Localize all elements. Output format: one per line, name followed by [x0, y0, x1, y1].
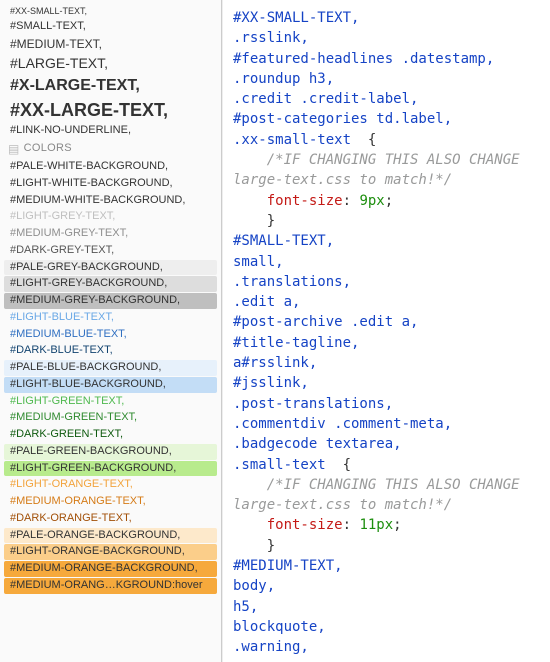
css-selector: #post-categories td.label,: [233, 111, 452, 127]
css-selector: .commentdiv .comment-meta,: [233, 416, 452, 432]
style-nav-item[interactable]: #DARK-GREEN-TEXT,: [4, 427, 217, 443]
style-nav-item[interactable]: #X-LARGE-TEXT,: [4, 75, 217, 97]
css-selector: .small-text: [233, 457, 326, 473]
css-property: font-size: [267, 193, 343, 209]
css-property: font-size: [267, 517, 343, 533]
style-nav-item[interactable]: #LINK-NO-UNDERLINE,: [4, 123, 217, 139]
style-nav-item[interactable]: #MEDIUM-GREY-BACKGROUND,: [4, 293, 217, 309]
close-brace: }: [267, 213, 275, 229]
style-nav-item[interactable]: #LIGHT-GREEN-TEXT,: [4, 394, 217, 410]
css-selector: h5,: [233, 599, 258, 615]
style-nav-item[interactable]: #MEDIUM-GREY-TEXT,: [4, 226, 217, 242]
style-nav-item[interactable]: #PALE-WHITE-BACKGROUND,: [4, 159, 217, 175]
sidebar-section-header: ▤ COLORS: [2, 140, 219, 158]
style-nav-item[interactable]: #LIGHT-ORANGE-BACKGROUND,: [4, 544, 217, 560]
style-nav-item[interactable]: #XX-LARGE-TEXT,: [4, 98, 217, 123]
palette-icon: ▤: [8, 142, 20, 156]
style-nav-item[interactable]: #MEDIUM-ORANGE-TEXT,: [4, 494, 217, 510]
style-navigator-sidebar[interactable]: #XX-SMALL-TEXT,#SMALL-TEXT,#MEDIUM-TEXT,…: [0, 0, 222, 662]
style-nav-item[interactable]: #DARK-BLUE-TEXT,: [4, 343, 217, 359]
css-comment: /*IF CHANGING THIS ALSO CHANGE: [233, 152, 520, 168]
style-nav-item[interactable]: #PALE-BLUE-BACKGROUND,: [4, 360, 217, 376]
style-nav-item[interactable]: #MEDIUM-GREEN-TEXT,: [4, 410, 217, 426]
style-nav-item[interactable]: #MEDIUM-WHITE-BACKGROUND,: [4, 193, 217, 209]
style-nav-item[interactable]: #MEDIUM-TEXT,: [4, 36, 217, 53]
css-selector: .rsslink,: [233, 30, 309, 46]
style-nav-item[interactable]: #LIGHT-WHITE-BACKGROUND,: [4, 176, 217, 192]
open-brace: {: [368, 132, 376, 148]
css-selector: blockquote,: [233, 619, 326, 635]
css-value: 11px: [359, 517, 393, 533]
css-selector: #MEDIUM-TEXT,: [233, 558, 343, 574]
css-selector: #jsslink,: [233, 375, 309, 391]
style-nav-item[interactable]: #LIGHT-BLUE-TEXT,: [4, 310, 217, 326]
css-selector: #SMALL-TEXT,: [233, 233, 334, 249]
css-editor-panel[interactable]: #XX-SMALL-TEXT, .rsslink, #featured-head…: [222, 0, 550, 662]
css-selector: #post-archive .edit a,: [233, 314, 418, 330]
style-nav-item[interactable]: #PALE-GREEN-BACKGROUND,: [4, 444, 217, 460]
close-brace: }: [267, 538, 275, 554]
css-comment: /*IF CHANGING THIS ALSO CHANGE: [233, 477, 520, 493]
style-nav-item[interactable]: #LARGE-TEXT,: [4, 54, 217, 74]
style-nav-item[interactable]: #XX-SMALL-TEXT,: [4, 5, 217, 18]
css-selector: a#rsslink,: [233, 355, 317, 371]
css-selector: .credit .credit-label,: [233, 91, 418, 107]
style-nav-item[interactable]: #LIGHT-GREEN-BACKGROUND,: [4, 461, 217, 477]
style-nav-item[interactable]: #MEDIUM-BLUE-TEXT,: [4, 327, 217, 343]
style-nav-item[interactable]: #MEDIUM-ORANGE-BACKGROUND,: [4, 561, 217, 577]
css-source-code[interactable]: #XX-SMALL-TEXT, .rsslink, #featured-head…: [233, 8, 550, 662]
css-selector: .post-translations,: [233, 396, 393, 412]
css-selector: #XX-SMALL-TEXT,: [233, 10, 359, 26]
style-nav-item[interactable]: #MEDIUM-ORANG…KGROUND:hover: [4, 578, 217, 594]
css-value: 9px: [359, 193, 384, 209]
css-selector: .warning,: [233, 639, 309, 655]
open-brace: {: [343, 457, 351, 473]
css-selector: #featured-headlines .datestamp,: [233, 51, 494, 67]
css-selector: body,: [233, 578, 275, 594]
style-nav-item[interactable]: #DARK-ORANGE-TEXT,: [4, 511, 217, 527]
css-selector: .roundup h3,: [233, 71, 334, 87]
style-nav-item[interactable]: #DARK-GREY-TEXT,: [4, 243, 217, 259]
css-comment: large-text.css to match!*/: [233, 172, 452, 188]
css-selector: .translations,: [233, 274, 351, 290]
style-nav-item[interactable]: #LIGHT-BLUE-BACKGROUND,: [4, 377, 217, 393]
css-selector: .xx-small-text: [233, 132, 351, 148]
style-nav-item[interactable]: #PALE-GREY-BACKGROUND,: [4, 260, 217, 276]
style-nav-item[interactable]: #LIGHT-GREY-TEXT,: [4, 209, 217, 225]
css-selector: .edit a,: [233, 294, 300, 310]
css-comment: large-text.css to match!*/: [233, 497, 452, 513]
style-nav-item[interactable]: #LIGHT-ORANGE-TEXT,: [4, 477, 217, 493]
style-nav-item[interactable]: #PALE-ORANGE-BACKGROUND,: [4, 528, 217, 544]
sidebar-section-label: COLORS: [24, 142, 72, 155]
style-nav-item[interactable]: #LIGHT-GREY-BACKGROUND,: [4, 276, 217, 292]
css-selector: #title-tagline,: [233, 335, 359, 351]
css-selector: small,: [233, 254, 284, 270]
style-nav-item[interactable]: #SMALL-TEXT,: [4, 19, 217, 35]
css-selector: .badgecode textarea,: [233, 436, 402, 452]
